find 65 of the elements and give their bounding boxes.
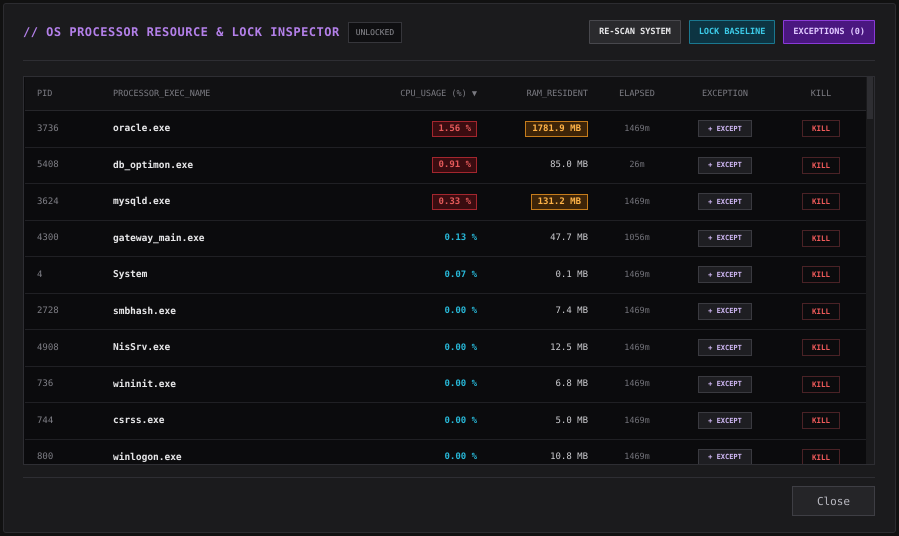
close-button[interactable]: Close bbox=[792, 486, 875, 516]
elapsed-cell: 1469m bbox=[624, 416, 650, 426]
pid-cell: 4908 bbox=[37, 342, 59, 353]
cpu-usage-cell: 0.33 % bbox=[432, 194, 477, 210]
process-name-cell: csrss.exe bbox=[113, 415, 164, 426]
pid-cell: 2728 bbox=[37, 306, 59, 316]
scrollbar-thumb[interactable] bbox=[867, 77, 873, 119]
ram-cell: 12.5 MB bbox=[550, 342, 588, 353]
cpu-usage-cell: 1.56 % bbox=[432, 120, 477, 137]
pid-cell: 3624 bbox=[37, 196, 59, 207]
cpu-usage-cell: 0.00 % bbox=[444, 416, 477, 426]
header-button[interactable]: EXCEPTIONS (0) bbox=[783, 20, 875, 44]
process-name-cell: smbhash.exe bbox=[113, 306, 176, 317]
elapsed-cell: 1469m bbox=[624, 306, 650, 316]
scrollbar[interactable] bbox=[866, 77, 874, 464]
process-name-cell: db_optimon.exe bbox=[113, 160, 194, 171]
pid-cell: 3736 bbox=[37, 124, 59, 134]
lock-status-badge: UNLOCKED bbox=[348, 22, 402, 42]
elapsed-cell: 26m bbox=[629, 160, 645, 170]
column-header: EXCEPTION bbox=[700, 88, 750, 98]
ram-cell: 6.8 MB bbox=[555, 379, 588, 390]
process-name-cell: wininit.exe bbox=[113, 378, 176, 390]
elapsed-cell: 1056m bbox=[624, 233, 650, 244]
cpu-usage-cell: 0.07 % bbox=[444, 270, 477, 280]
ram-cell: 131.2 MB bbox=[530, 194, 588, 210]
process-name-cell: gateway_main.exe bbox=[113, 232, 205, 244]
process-name-cell: System bbox=[113, 269, 148, 280]
elapsed-cell: 1469m bbox=[624, 270, 650, 280]
pid-cell: 4 bbox=[37, 270, 42, 280]
column-header: PROCESSOR_EXEC_NAME bbox=[112, 88, 212, 98]
ram-cell: 5.0 MB bbox=[555, 416, 588, 426]
column-header: ELAPSED bbox=[618, 88, 656, 98]
elapsed-cell: 1469m bbox=[624, 379, 650, 390]
elapsed-cell: 1469m bbox=[624, 452, 650, 462]
process-name-cell: oracle.exe bbox=[113, 123, 170, 134]
dialog-title: // OS PROCESSOR RESOURCE & LOCK INSPECTOR bbox=[23, 25, 340, 39]
cpu-usage-cell: 0.13 % bbox=[444, 233, 477, 244]
cpu-usage-cell: 0.00 % bbox=[444, 452, 477, 462]
ram-cell: 0.1 MB bbox=[555, 270, 588, 280]
cpu-usage-cell: 0.00 % bbox=[444, 342, 477, 353]
column-header: KILL bbox=[810, 88, 832, 98]
pid-cell: 744 bbox=[37, 416, 54, 426]
ram-cell: 47.7 MB bbox=[550, 233, 588, 244]
pid-cell: 4300 bbox=[37, 233, 59, 244]
pid-cell: 800 bbox=[37, 452, 54, 462]
column-header: RAM_RESIDENT bbox=[526, 88, 589, 98]
elapsed-cell: 1469m bbox=[624, 124, 650, 134]
ram-cell: 10.8 MB bbox=[550, 452, 588, 462]
column-header: PID bbox=[36, 88, 54, 98]
column-header[interactable]: CPU_USAGE (%) ▼ bbox=[332, 88, 489, 98]
ram-cell: 1781.9 MB bbox=[525, 120, 588, 137]
cpu-usage-cell: 0.91 % bbox=[432, 157, 477, 174]
process-name-cell: winlogon.exe bbox=[113, 452, 182, 463]
pid-cell: 5408 bbox=[37, 160, 59, 170]
header-button[interactable]: RE-SCAN SYSTEM bbox=[589, 20, 681, 44]
pid-cell: 736 bbox=[37, 379, 54, 390]
process-name-cell: NisSrv.exe bbox=[113, 342, 170, 354]
elapsed-cell: 1469m bbox=[624, 196, 650, 207]
elapsed-cell: 1469m bbox=[624, 342, 650, 353]
cpu-usage-cell: 0.00 % bbox=[444, 379, 477, 390]
header-button[interactable]: LOCK BASELINE bbox=[688, 20, 776, 44]
cpu-usage-cell: 0.00 % bbox=[444, 306, 477, 316]
ram-cell: 7.4 MB bbox=[555, 306, 588, 316]
ram-cell: 85.0 MB bbox=[550, 160, 588, 170]
process-name-cell: mysqld.exe bbox=[113, 196, 170, 208]
